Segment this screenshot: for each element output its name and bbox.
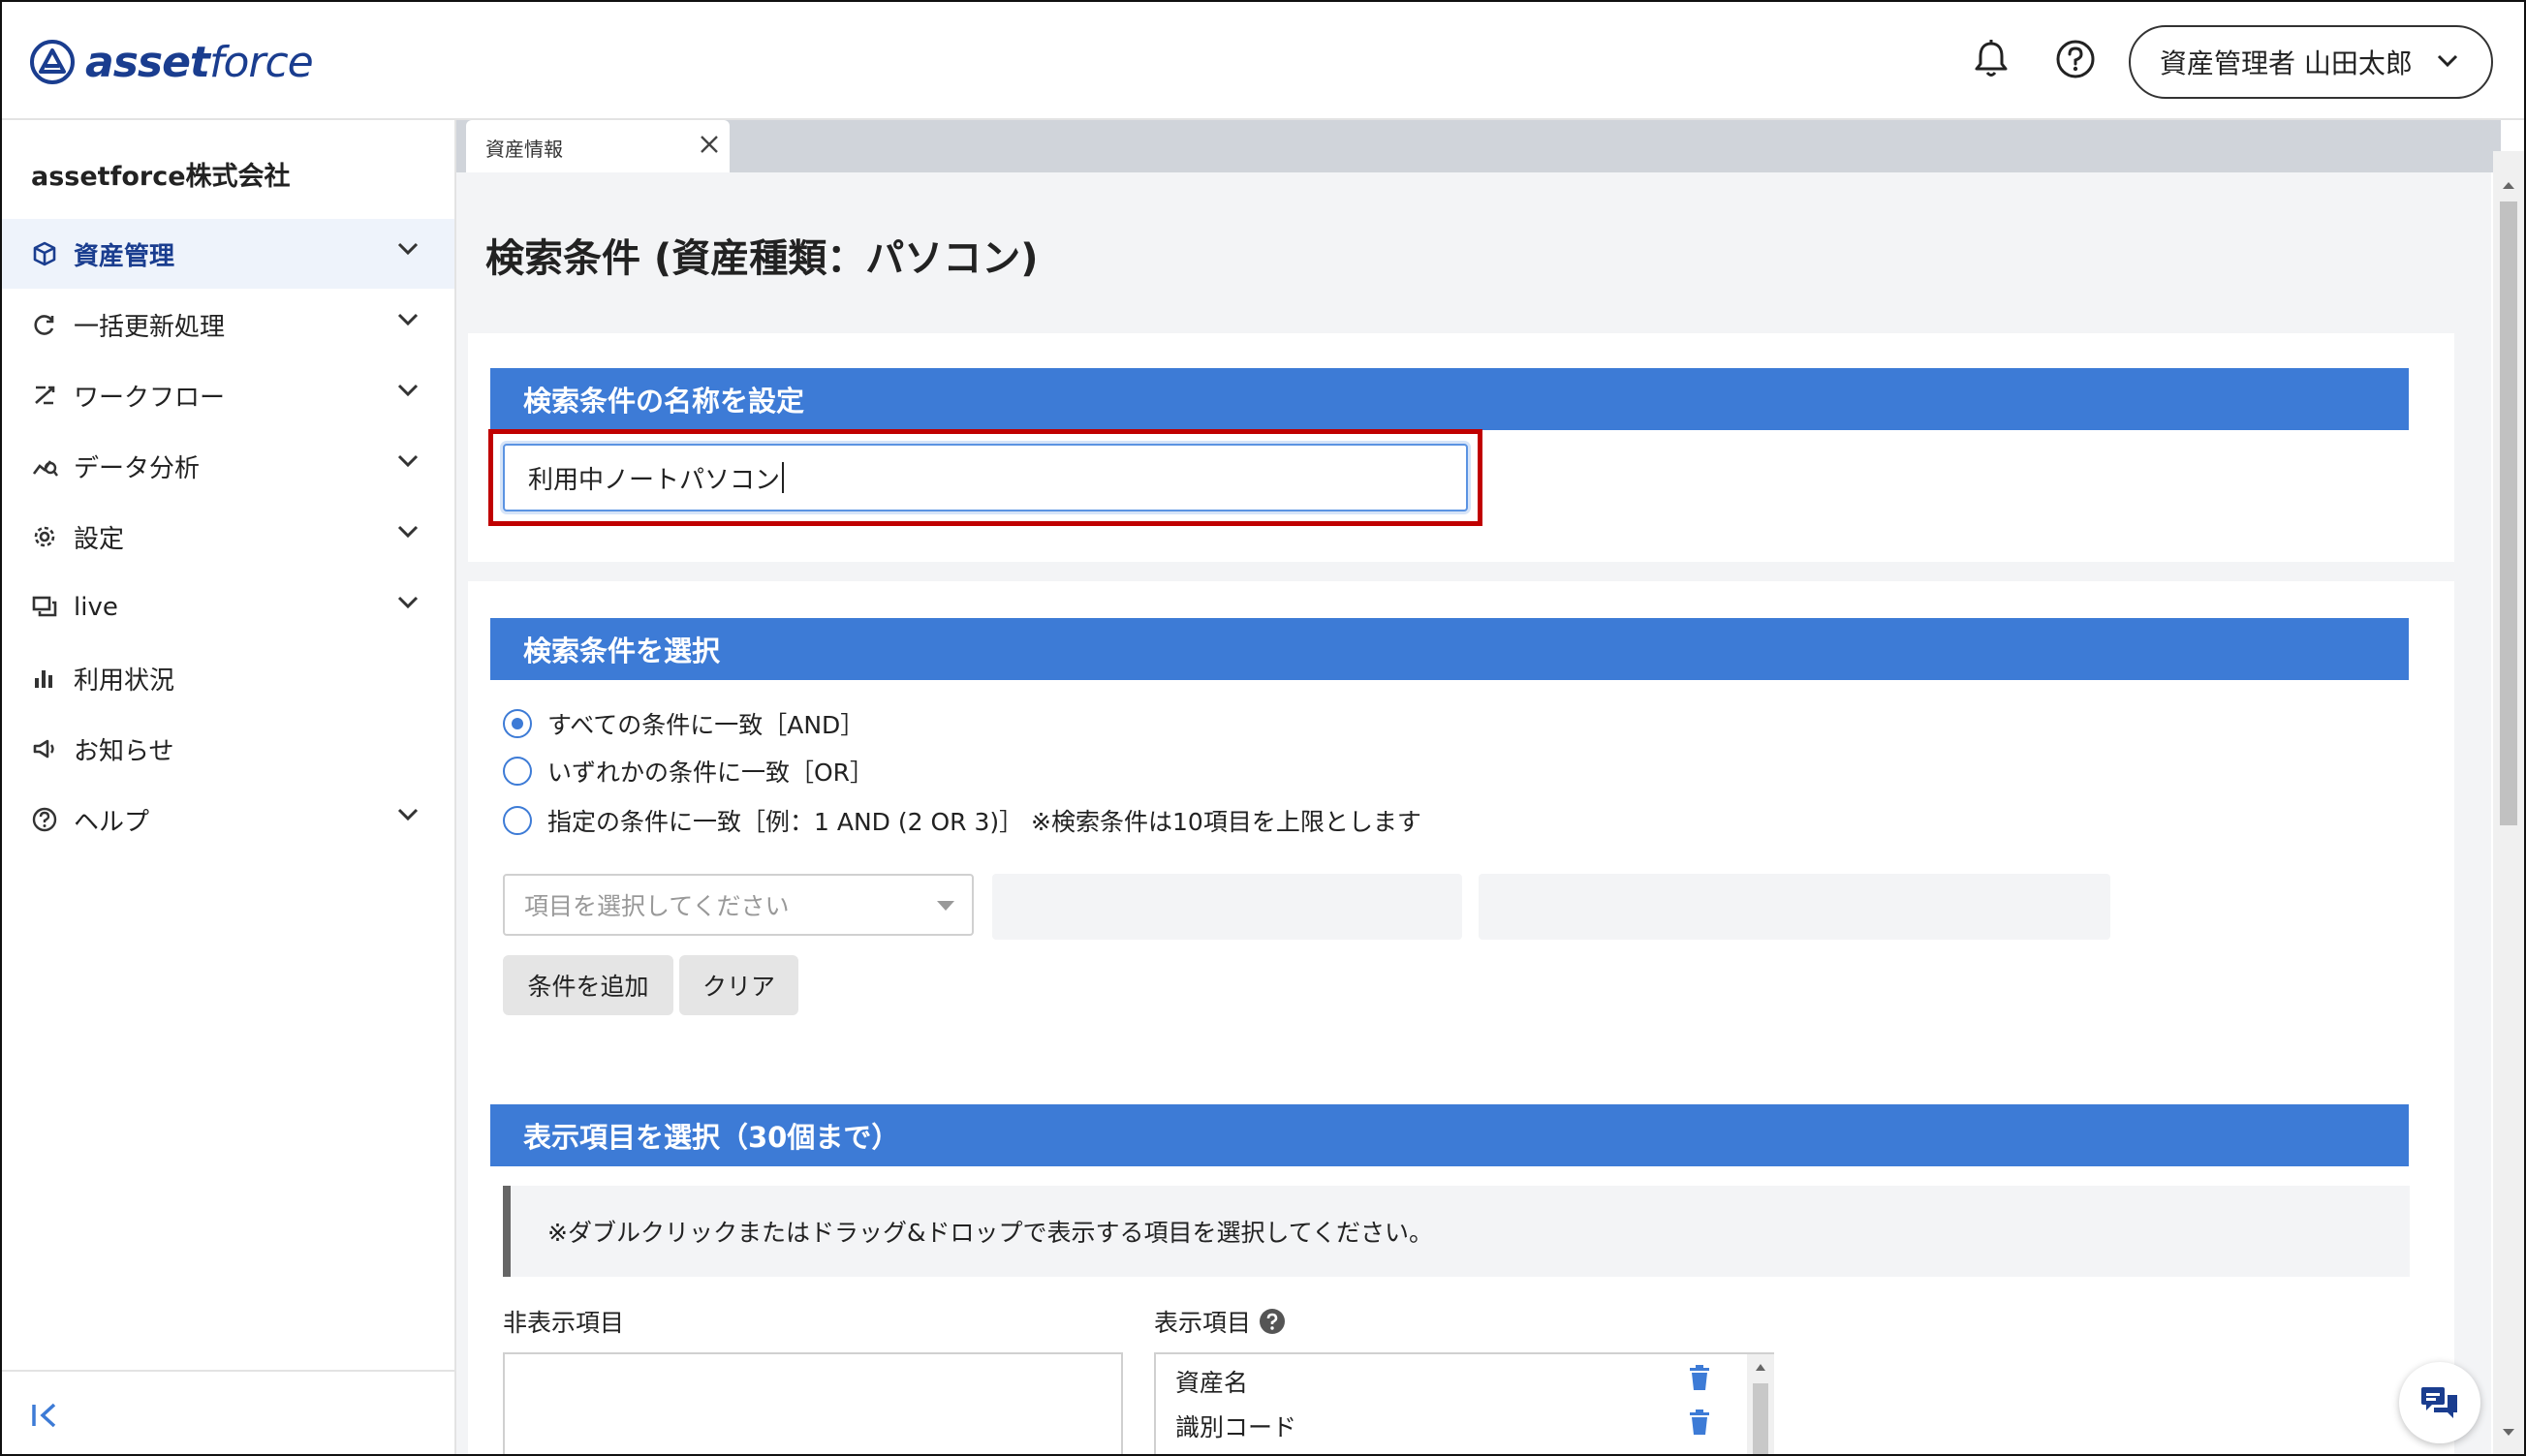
chevron-down-icon — [397, 808, 419, 821]
condition-value-field[interactable] — [1479, 874, 2110, 940]
chevron-down-icon — [397, 596, 419, 609]
bar-chart-icon — [35, 670, 52, 688]
sidebar-item-label: 資産管理 — [74, 241, 175, 271]
sidebar-item-label: live — [74, 593, 118, 622]
sidebar-item-workflow[interactable]: ワークフロー — [2, 360, 454, 430]
top-header: assetforce 資産管理者 山田太郎 — [2, 2, 2524, 120]
tab-label: 資産情報 — [485, 138, 563, 161]
sidebar-item-label: お知らせ — [74, 736, 174, 766]
sidebar-item-settings[interactable]: 設定 — [2, 502, 454, 572]
radio-custom[interactable]: 指定の条件に一致［例：1 AND (2 OR 3)］ ※検索条件は10項目を上限… — [503, 803, 1421, 838]
condition-item-select[interactable]: 項目を選択してください — [503, 874, 974, 936]
highlight-annotation-box — [488, 429, 1482, 526]
question-circle-icon[interactable] — [1259, 1308, 1286, 1335]
page-scrollbar[interactable] — [2493, 151, 2524, 1454]
condition-operator-field[interactable] — [992, 874, 1462, 940]
user-menu-button[interactable]: 資産管理者 山田太郎 — [2129, 25, 2493, 99]
asset-force-logo[interactable]: assetforce — [29, 33, 314, 91]
select-placeholder: 項目を選択してください — [524, 892, 790, 920]
scroll-down-icon[interactable] — [2502, 1428, 2515, 1438]
main-content: 検索条件 (資産種類：パソコン) 検索条件の名称を設定 利用中ノートパソコン 検… — [456, 172, 2491, 1454]
list-item-label: 資産名 — [1175, 1369, 1249, 1397]
megaphone-icon — [33, 739, 54, 759]
chevron-down-icon — [397, 384, 419, 397]
radio-button[interactable] — [503, 806, 532, 835]
logo-icon — [30, 40, 75, 84]
add-condition-button[interactable]: 条件を追加 — [503, 955, 673, 1015]
hidden-items-label: 非表示項目 — [503, 1309, 625, 1337]
tab-asset-info[interactable]: 資産情報 — [466, 120, 730, 172]
help-icon — [32, 807, 57, 832]
trash-icon[interactable] — [1687, 1364, 1712, 1391]
list-item[interactable]: 識別コード — [1175, 1409, 1296, 1443]
list-item-label: 識別コード — [1175, 1413, 1297, 1441]
chevron-down-icon — [397, 242, 419, 256]
collapse-sidebar-icon[interactable] — [29, 1401, 62, 1430]
analytics-icon — [32, 460, 58, 477]
sidebar-item-label: ヘルプ — [74, 807, 150, 837]
radio-button[interactable] — [503, 757, 532, 786]
cube-icon — [33, 241, 56, 266]
refresh-icon — [34, 315, 54, 335]
chat-bubble-icon — [2421, 1387, 2457, 1418]
sidebar-item-notices[interactable]: お知らせ — [2, 714, 454, 784]
close-icon[interactable] — [699, 134, 720, 155]
scroll-up-icon[interactable] — [1755, 1362, 1766, 1372]
radio-or[interactable]: いずれかの条件に一致［OR］ — [503, 754, 874, 789]
name-section-header: 検索条件の名称を設定 — [490, 368, 2409, 430]
chevron-down-icon — [397, 525, 419, 539]
sidebar-item-label: 設定 — [74, 524, 125, 554]
app-window: assetforce 資産管理者 山田太郎 assetforce株式会社 資産管… — [0, 0, 2526, 1456]
shown-items-list[interactable]: 資産名 識別コード — [1154, 1352, 1774, 1454]
chevron-down-icon — [397, 313, 419, 326]
sidebar: assetforce株式会社 資産管理 一括更新処理 ワークフロー データ分析 … — [2, 120, 456, 1454]
sidebar-item-live[interactable]: live — [2, 573, 454, 642]
trash-icon[interactable] — [1687, 1409, 1712, 1436]
list-scrollbar[interactable] — [1747, 1354, 1774, 1454]
page-title: 検索条件 (資産種類：パソコン) — [485, 236, 1039, 281]
radio-button-selected[interactable] — [503, 709, 532, 738]
list-scroll-thumb[interactable] — [1753, 1383, 1768, 1454]
hidden-items-list[interactable] — [503, 1352, 1123, 1454]
sidebar-item-usage[interactable]: 利用状況 — [2, 643, 454, 713]
instruction-note: ※ダブルクリックまたはドラッグ&ドロップで表示する項目を選択してください。 — [503, 1186, 2410, 1277]
logo-text: assetforce — [85, 37, 314, 87]
shown-items-label-group: 表示項目 — [1154, 1304, 1286, 1339]
sidebar-item-label: 利用状況 — [74, 666, 175, 696]
sidebar-item-help[interactable]: ヘルプ — [2, 785, 454, 854]
chat-icon — [32, 596, 57, 617]
condition-section-header: 検索条件を選択 — [490, 618, 2409, 680]
chevron-down-icon — [397, 454, 419, 468]
help-circle-icon[interactable] — [2053, 37, 2098, 81]
scroll-up-icon[interactable] — [2502, 180, 2515, 190]
display-section-header: 表示項目を選択（30個まで） — [490, 1104, 2409, 1166]
user-name: 資産管理者 山田太郎 — [2160, 47, 2413, 79]
radio-label: いずれかの条件に一致［OR］ — [547, 759, 875, 787]
chevron-down-icon — [2437, 54, 2458, 68]
page-scroll-thumb[interactable] — [2500, 201, 2517, 825]
sidebar-item-label: ワークフロー — [74, 383, 226, 413]
bell-icon[interactable] — [1969, 37, 2013, 81]
radio-and[interactable]: すべての条件に一致［AND］ — [503, 706, 864, 741]
sidebar-item-asset-management[interactable]: 資産管理 — [2, 219, 454, 289]
list-item[interactable]: 資産名 — [1175, 1364, 1248, 1399]
shown-items-label: 表示項目 — [1154, 1309, 1252, 1337]
radio-label: 指定の条件に一致［例：1 AND (2 OR 3)］ ※検索条件は10項目を上限… — [547, 808, 1421, 836]
sidebar-item-label: 一括更新処理 — [74, 312, 226, 342]
sidebar-item-label: データ分析 — [74, 453, 201, 483]
workflow-icon — [35, 386, 55, 405]
company-name: assetforce株式会社 — [31, 162, 291, 192]
sidebar-item-bulk-update[interactable]: 一括更新処理 — [2, 290, 454, 359]
sidebar-footer — [2, 1370, 454, 1454]
gear-icon — [34, 526, 55, 547]
chat-support-button[interactable] — [2399, 1362, 2480, 1443]
tab-bar: 資産情報 — [456, 120, 2501, 172]
clear-button[interactable]: クリア — [679, 955, 798, 1015]
sidebar-item-data-analysis[interactable]: データ分析 — [2, 431, 454, 501]
radio-label: すべての条件に一致［AND］ — [547, 711, 865, 739]
dropdown-arrow-icon — [937, 901, 954, 911]
